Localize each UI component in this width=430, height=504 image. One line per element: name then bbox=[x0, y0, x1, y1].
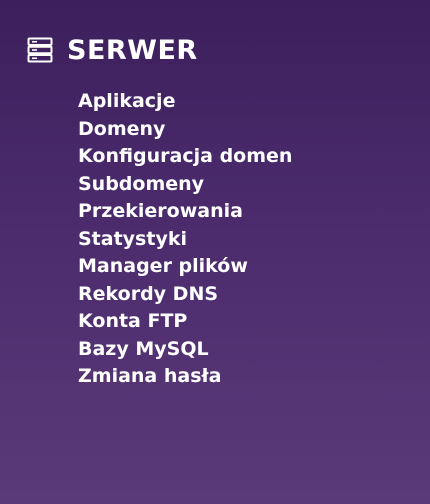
menu-item-przekierowania[interactable]: Przekierowania bbox=[78, 198, 292, 226]
menu-item-zmiana-hasla[interactable]: Zmiana hasła bbox=[78, 363, 292, 391]
server-menu-panel: SERWER Aplikacje Domeny Konfiguracja dom… bbox=[0, 0, 430, 504]
server-icon bbox=[27, 37, 53, 63]
section-header: SERWER bbox=[27, 30, 198, 70]
menu-item-bazy-mysql[interactable]: Bazy MySQL bbox=[78, 336, 292, 364]
menu-item-konfiguracja-domen[interactable]: Konfiguracja domen bbox=[78, 143, 292, 171]
menu-item-aplikacje[interactable]: Aplikacje bbox=[78, 88, 292, 116]
menu-item-konta-ftp[interactable]: Konta FTP bbox=[78, 308, 292, 336]
section-title: SERWER bbox=[67, 34, 198, 66]
menu-item-domeny[interactable]: Domeny bbox=[78, 116, 292, 144]
menu-item-manager-plikow[interactable]: Manager plików bbox=[78, 253, 292, 281]
menu-item-statystyki[interactable]: Statystyki bbox=[78, 226, 292, 254]
server-menu: Aplikacje Domeny Konfiguracja domen Subd… bbox=[78, 88, 292, 391]
menu-item-rekordy-dns[interactable]: Rekordy DNS bbox=[78, 281, 292, 309]
menu-item-subdomeny[interactable]: Subdomeny bbox=[78, 171, 292, 199]
